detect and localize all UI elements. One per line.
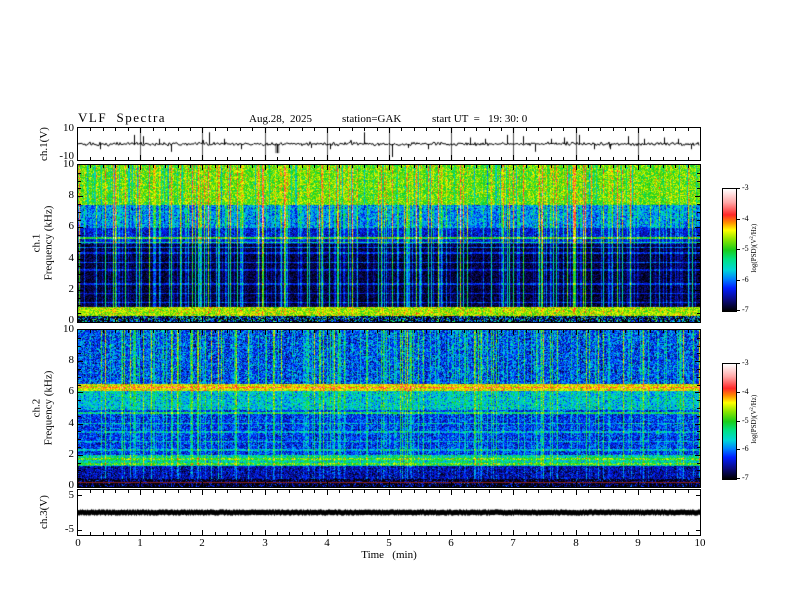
colorbar-1-label: log(PSD)(V2/Hz) (750, 188, 758, 308)
cb1-label-sup: 2 (749, 236, 755, 239)
ch1-spec-ylabel-line2: Frequency (kHz) (42, 205, 55, 281)
colorbar-2 (722, 363, 737, 480)
x-ticklabel-2: 2 (199, 537, 205, 549)
ch1-ytick-neg10: -10 (59, 150, 74, 162)
ch1-ytick-10: 10 (63, 122, 74, 134)
cb2-ticklabel--7: -7 (742, 473, 749, 482)
cb2-label-prefix: log(PSD)(V (750, 409, 759, 444)
x-ticklabel-10: 10 (694, 537, 706, 549)
cb2-label-sup: 2 (749, 407, 755, 410)
ch1-spectrogram-panel (77, 164, 701, 323)
ch2-spectrogram-ylabel: ch.2 Frequency (kHz) (31, 330, 55, 487)
station-label: station=GAK (342, 113, 402, 125)
cb2-ticklabel--4: -4 (742, 387, 749, 396)
x-ticklabel-9: 9 (635, 537, 641, 549)
x-ticklabel-5: 5 (386, 537, 392, 549)
spec2-ytick-6: 6 (68, 385, 75, 397)
x-ticklabel-7: 7 (510, 537, 516, 549)
cb1-ticklabel--5: -5 (742, 244, 749, 253)
cb1-label-suffix: /Hz) (750, 223, 759, 237)
ch3-ytick-neg5: -5 (64, 523, 74, 535)
ch1-spectrogram-canvas (78, 165, 700, 322)
spec1-ytick-4: 4 (68, 252, 75, 264)
cb1-label-prefix: log(PSD)(V (750, 238, 759, 273)
colorbar-1 (722, 188, 737, 312)
cb1-ticklabel--3: -3 (742, 183, 749, 192)
start-time-label: start UT = 19: 30: 0 (432, 113, 528, 125)
spec1-ytick-0: 0 (68, 314, 75, 326)
spec2-ytick-8: 8 (68, 354, 75, 366)
ch2-spectrogram-canvas (78, 330, 700, 487)
figure-date: Aug.28, 2025 (249, 113, 312, 125)
x-ticklabel-0: 0 (75, 537, 81, 549)
cb2-ticklabel--3: -3 (742, 358, 749, 367)
ch2-spec-ylabel-line2: Frequency (kHz) (42, 370, 55, 446)
ch2-spectrogram-panel (77, 329, 701, 488)
x-ticklabel-1: 1 (137, 537, 143, 549)
figure-title: VLF Spectra (78, 110, 167, 125)
ch3-waveform-panel (77, 489, 701, 536)
x-ticklabel-6: 6 (448, 537, 454, 549)
spec2-ytick-4: 4 (68, 417, 75, 429)
colorbar-2-label: log(PSD)(V2/Hz) (750, 359, 758, 479)
ch2-spec-ylabel-line1: ch.2 (30, 398, 43, 418)
ch1-spectrogram-ylabel: ch.1 Frequency (kHz) (31, 165, 55, 322)
cb1-ticklabel--6: -6 (742, 275, 749, 284)
x-ticklabel-4: 4 (324, 537, 330, 549)
spec2-ytick-2: 2 (68, 448, 75, 460)
spec2-ytick-10: 10 (63, 323, 74, 335)
ch3-waveform-canvas (78, 490, 700, 535)
time-axis-label: Time (min) (361, 549, 417, 561)
spec1-ytick-2: 2 (68, 283, 75, 295)
vlf-spectra-figure: VLF Spectra Aug.28, 2025 station=GAK sta… (0, 0, 792, 612)
spec2-ytick-0: 0 (68, 479, 75, 491)
ch1-waveform-panel (77, 127, 701, 161)
spec1-ytick-10: 10 (63, 158, 74, 170)
ch1-spec-ylabel-line1: ch.1 (30, 233, 43, 253)
cb2-ticklabel--6: -6 (742, 444, 749, 453)
spec1-ytick-6: 6 (68, 220, 75, 232)
ch3-waveform-ylabel: ch.3(V) (38, 495, 50, 529)
spec1-ytick-8: 8 (68, 189, 75, 201)
cb2-label-suffix: /Hz) (750, 394, 759, 408)
ch3-ytick-5: 5 (68, 489, 75, 501)
x-ticklabel-8: 8 (573, 537, 579, 549)
x-ticklabel-3: 3 (262, 537, 268, 549)
cb1-ticklabel--4: -4 (742, 214, 749, 223)
cb2-ticklabel--5: -5 (742, 416, 749, 425)
cb1-ticklabel--7: -7 (742, 305, 749, 314)
ch1-waveform-canvas (78, 128, 700, 160)
